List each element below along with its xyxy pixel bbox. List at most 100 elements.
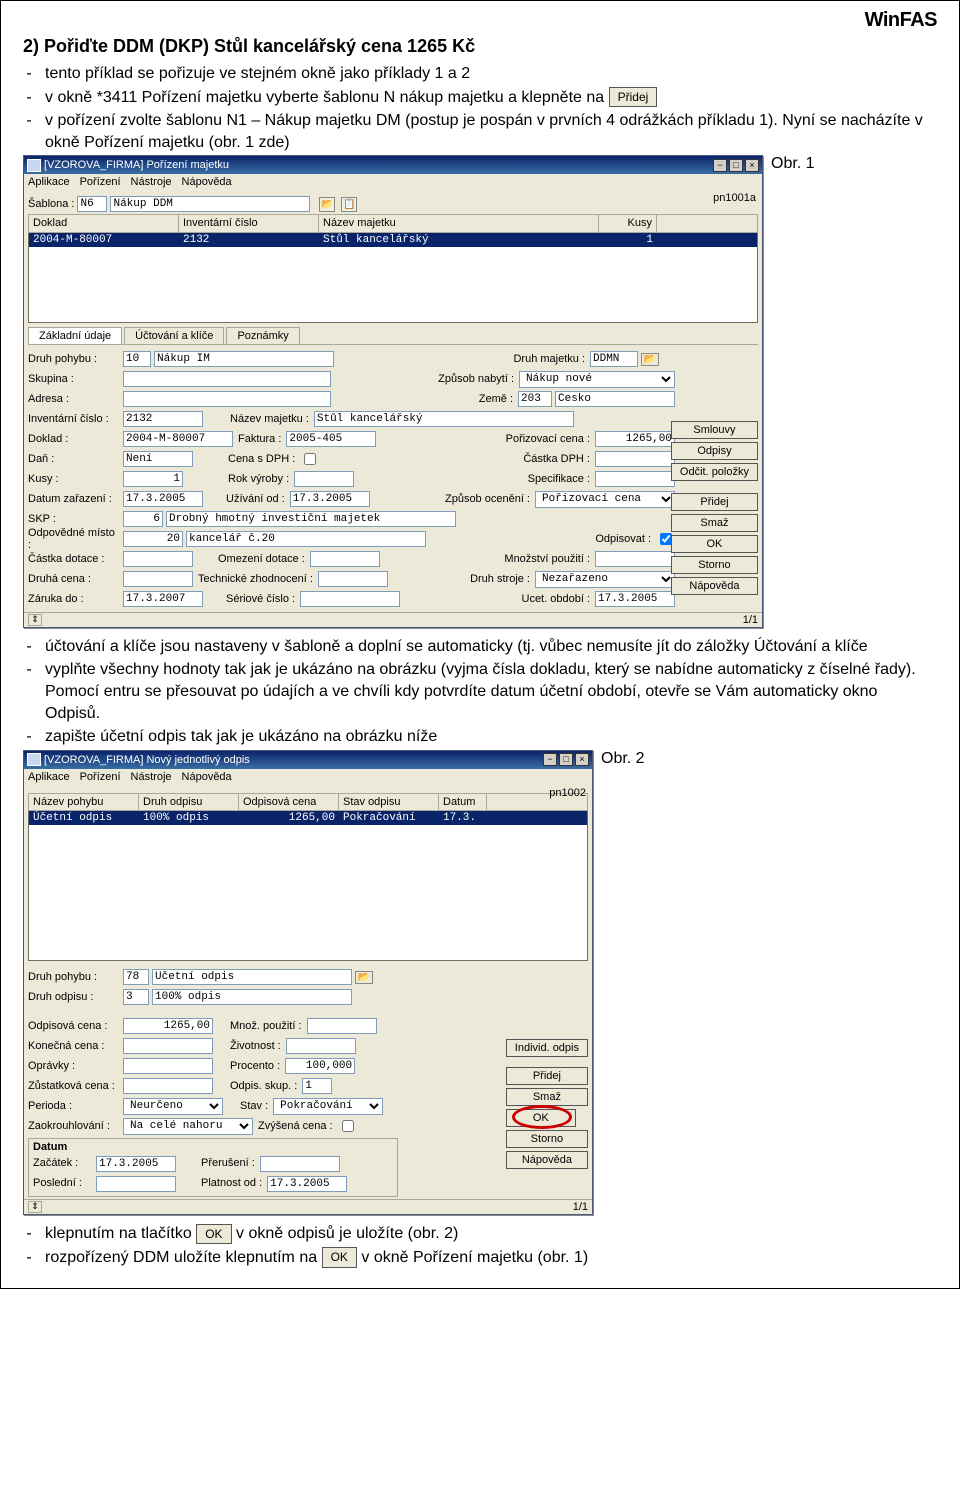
col-nazev[interactable]: Název pohybu xyxy=(29,794,139,810)
tab-poznamky[interactable]: Poznámky xyxy=(226,327,299,344)
menu-porizeni[interactable]: Pořízení xyxy=(80,771,121,783)
col-stav[interactable]: Stav odpisu xyxy=(339,794,439,810)
close-icon[interactable]: × xyxy=(575,753,589,766)
uzivani-input[interactable] xyxy=(290,491,370,507)
mnoz-input[interactable] xyxy=(595,551,675,567)
table-row[interactable]: 2004-M-80007 2132 Stůl kancelářský 1 xyxy=(29,233,757,247)
seriove-input[interactable] xyxy=(300,591,400,607)
dp2-text[interactable] xyxy=(152,969,352,985)
storno-button[interactable]: Storno xyxy=(506,1130,588,1148)
grid2-body[interactable]: Účetní odpis 100% odpis 1265,00 Pokračov… xyxy=(28,811,588,961)
tab-uctovani[interactable]: Účtování a klíče xyxy=(124,327,224,344)
stav-select[interactable]: Pokračování xyxy=(273,1098,383,1115)
skp-code[interactable] xyxy=(123,511,163,527)
druhstroje-select[interactable]: Nezařazeno xyxy=(535,571,675,588)
castkadph-input[interactable] xyxy=(595,451,675,467)
smaz-button[interactable]: Smaž xyxy=(506,1088,588,1106)
procento-input[interactable] xyxy=(285,1058,355,1074)
datumzar-input[interactable] xyxy=(123,491,203,507)
zvysena-check[interactable] xyxy=(342,1120,354,1132)
nazev-input[interactable] xyxy=(314,411,574,427)
druhpohybu-text[interactable] xyxy=(154,351,334,367)
col-invcislo[interactable]: Inventární číslo xyxy=(179,215,319,231)
dp2-code[interactable] xyxy=(123,969,149,985)
perioda-select[interactable]: Neurčeno xyxy=(123,1098,223,1115)
open-icon[interactable]: 📂 xyxy=(355,971,373,984)
smlouvy-button[interactable]: Smlouvy xyxy=(671,421,758,439)
opravky-input[interactable] xyxy=(123,1058,213,1074)
odpovedne-text[interactable] xyxy=(186,531,426,547)
druhacena-input[interactable] xyxy=(123,571,193,587)
ok-button-inline[interactable]: OK xyxy=(196,1224,231,1244)
individodpis-button[interactable]: Individ. odpis xyxy=(506,1039,588,1057)
faktura-input[interactable] xyxy=(286,431,376,447)
odcit-button[interactable]: Odčit. položky xyxy=(671,463,758,481)
napoveda-button[interactable]: Nápověda xyxy=(506,1151,588,1169)
pridej-button[interactable]: Přidej xyxy=(671,493,758,511)
zivotnost-input[interactable] xyxy=(286,1038,356,1054)
mnoz2-input[interactable] xyxy=(307,1018,377,1034)
ok-button[interactable]: OK xyxy=(671,535,758,553)
adresa-input[interactable] xyxy=(123,391,331,407)
druhpohybu-code[interactable] xyxy=(123,351,151,367)
maximize-icon[interactable]: □ xyxy=(729,159,743,172)
do2-text[interactable] xyxy=(152,989,352,1005)
porizovaci-input[interactable] xyxy=(595,431,675,447)
maximize-icon[interactable]: □ xyxy=(559,753,573,766)
zaok-select[interactable]: Na celé nahoru xyxy=(123,1118,253,1135)
menu-bar[interactable]: Aplikace Pořízení Nástroje Nápověda xyxy=(24,174,762,190)
col-druhodp[interactable]: Druh odpisu xyxy=(139,794,239,810)
dan-input[interactable] xyxy=(123,451,193,467)
smaz-button[interactable]: Smaž xyxy=(671,514,758,532)
kusy-input[interactable] xyxy=(123,471,183,487)
invcislo-input[interactable] xyxy=(123,411,203,427)
menu-nastroje[interactable]: Nástroje xyxy=(131,176,172,188)
sablona-code-input[interactable] xyxy=(77,196,107,212)
odpovedne-code[interactable] xyxy=(123,531,183,547)
platnost-input[interactable] xyxy=(267,1176,347,1192)
napoveda-button[interactable]: Nápověda xyxy=(671,577,758,595)
minimize-icon[interactable]: − xyxy=(713,159,727,172)
status-arrow2[interactable]: ⇕ xyxy=(28,1201,42,1213)
storno-button[interactable]: Storno xyxy=(671,556,758,574)
menu-aplikace[interactable]: Aplikace xyxy=(28,771,70,783)
konecna-input[interactable] xyxy=(123,1038,213,1054)
col-datum[interactable]: Datum xyxy=(439,794,487,810)
zpusnabyti-select[interactable]: Nákup nové xyxy=(519,371,675,388)
sablona-name-input[interactable] xyxy=(110,196,310,212)
status-arrow[interactable]: ⇕ xyxy=(28,614,42,626)
menu-nastroje[interactable]: Nástroje xyxy=(131,771,172,783)
minimize-icon[interactable]: − xyxy=(543,753,557,766)
techzhod-input[interactable] xyxy=(318,571,388,587)
col-doklad[interactable]: Doklad xyxy=(29,215,179,231)
odpisy-button[interactable]: Odpisy xyxy=(671,442,758,460)
zaruka-input[interactable] xyxy=(123,591,203,607)
col-odpcena[interactable]: Odpisová cena xyxy=(239,794,339,810)
skupina-input[interactable] xyxy=(123,371,331,387)
castkadot-input[interactable] xyxy=(123,551,193,567)
zpoc-select[interactable]: Pořizovací cena xyxy=(535,491,675,508)
menu-bar2[interactable]: Aplikace Pořízení Nástroje Nápověda xyxy=(24,769,592,785)
col-nazev[interactable]: Název majetku xyxy=(319,215,599,231)
open-icon[interactable]: 📂 xyxy=(319,197,335,212)
zeme-code[interactable] xyxy=(518,391,552,407)
menu-napoveda[interactable]: Nápověda xyxy=(182,771,232,783)
zacatek-input[interactable] xyxy=(96,1156,176,1172)
menu-aplikace[interactable]: Aplikace xyxy=(28,176,70,188)
col-kusy[interactable]: Kusy xyxy=(599,215,657,231)
druhmajetku-input[interactable] xyxy=(590,351,638,367)
add-button-inline[interactable]: Přidej xyxy=(609,87,658,107)
grid-body[interactable]: 2004-M-80007 2132 Stůl kancelářský 1 xyxy=(28,233,758,323)
do2-code[interactable] xyxy=(123,989,149,1005)
skp-text[interactable] xyxy=(166,511,456,527)
posledni-input[interactable] xyxy=(96,1176,176,1192)
omezdot-input[interactable] xyxy=(310,551,380,567)
pridej-button[interactable]: Přidej xyxy=(506,1067,588,1085)
zeme-text[interactable] xyxy=(555,391,675,407)
ok-button-inline[interactable]: OK xyxy=(322,1247,357,1267)
tab-zakladni[interactable]: Základní údaje xyxy=(28,327,122,344)
cenadph-check[interactable] xyxy=(304,453,316,465)
zust-input[interactable] xyxy=(123,1078,213,1094)
doklad-input[interactable] xyxy=(123,431,233,447)
close-icon[interactable]: × xyxy=(745,159,759,172)
